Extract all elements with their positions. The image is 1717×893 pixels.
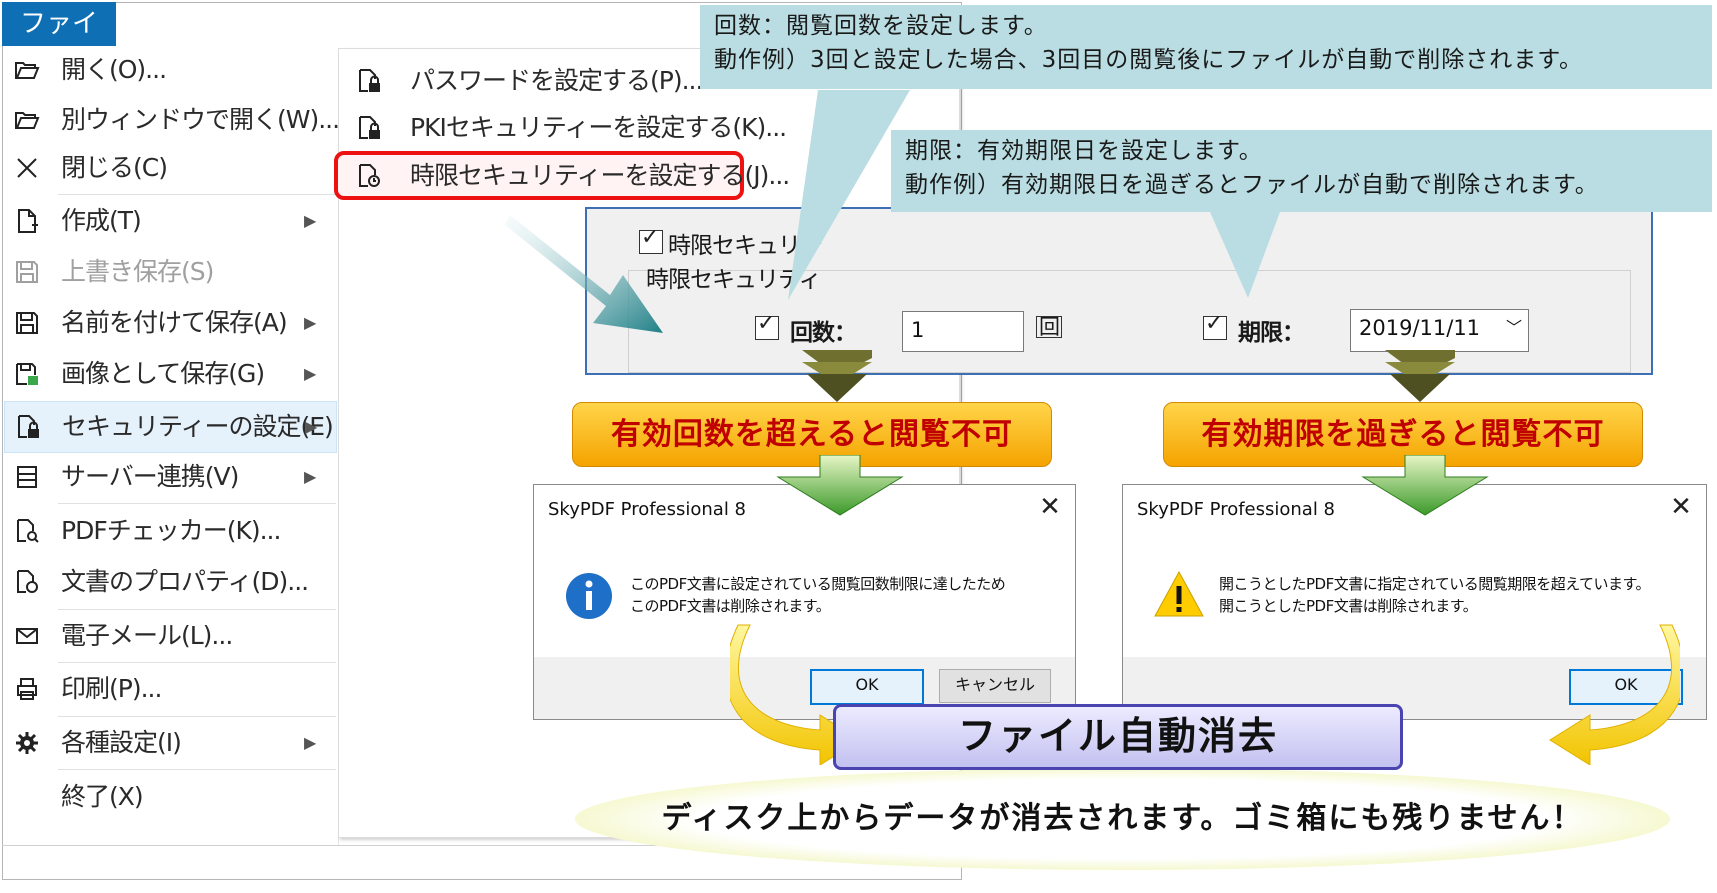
menu-item-close[interactable]: 閉じる(C): [4, 143, 335, 193]
menu-item-label: 閉じる(C): [61, 153, 168, 182]
menu-item-label: 上書き保存(S): [61, 257, 214, 286]
submenu-arrow-icon: ▶: [305, 417, 318, 436]
security-document-icon: [15, 414, 41, 440]
menu-separator: [58, 716, 336, 717]
server-icon: [14, 464, 40, 490]
menu-item-print[interactable]: 印刷(P)...: [4, 664, 335, 714]
menu-separator: [58, 662, 336, 663]
warning-icon: [1154, 570, 1204, 617]
olive-chevron-down-icon: [1385, 350, 1455, 402]
save-image-icon: [14, 361, 40, 387]
info-icon: [566, 573, 612, 619]
menu-item-label: 開く(O)...: [61, 55, 167, 84]
timer-lock-document-icon: [356, 163, 382, 189]
menu-item-save-as[interactable]: 名前を付けて保存(A) ▶: [4, 298, 335, 348]
submenu-arrow-icon: ▶: [304, 733, 317, 752]
pdf-checker-icon: [14, 518, 40, 544]
menu-item-label: セキュリティーの設定(E): [62, 412, 334, 441]
olive-chevron-down-icon: [802, 350, 872, 402]
close-icon: [14, 155, 40, 181]
menu-item-email[interactable]: 電子メール(L)...: [4, 611, 335, 661]
expiry-callout-line2: 動作例）有効期限日を過ぎるとファイルが自動で削除されます。: [905, 172, 1599, 198]
submenu-arrow-icon: ▶: [304, 467, 317, 486]
menu-item-label: 文書のプロパティ(D)...: [61, 567, 309, 596]
pki-lock-document-icon: [356, 115, 382, 141]
menu-item-label: 印刷(P)...: [61, 674, 162, 703]
menu-item-label: 電子メール(L)...: [61, 621, 233, 650]
menu-item-label: 各種設定(I): [61, 728, 182, 757]
count-callout: 回数：閲覧回数を設定します。 動作例）3回と設定した場合、3回目の閲覧後にファイ…: [700, 5, 1712, 89]
menu-separator: [58, 194, 336, 195]
menu-item-label: 作成(T): [61, 206, 142, 235]
printer-icon: [14, 676, 40, 702]
menu-item-label: 画像として保存(G): [61, 359, 265, 388]
submenu-arrow-icon: ▶: [304, 211, 317, 230]
menu-separator: [58, 609, 336, 610]
folder-open-icon: [14, 57, 40, 83]
green-arrow-down-icon: [1361, 455, 1489, 516]
menu-item-save-as-image[interactable]: 画像として保存(G) ▶: [4, 349, 335, 399]
menu-item-preferences[interactable]: 各種設定(I) ▶: [4, 718, 335, 768]
file-menu-tab[interactable]: ファイル: [2, 2, 116, 83]
menu-separator: [58, 769, 336, 770]
dialog-message-line2: このPDF文書は削除されます。: [630, 597, 831, 615]
dialog-message-line1: 開こうとしたPDF文書に指定されている閲覧期限を超えています。: [1219, 575, 1651, 593]
submenu-arrow-icon: ▶: [304, 313, 317, 332]
menu-item-label: 名前を付けて保存(A): [61, 308, 288, 337]
close-icon[interactable]: ✕: [1663, 489, 1699, 525]
menu-item-security-settings[interactable]: セキュリティーの設定(E) ▶: [4, 401, 337, 453]
file-auto-delete-label: ファイル自動消去: [833, 704, 1403, 770]
menu-item-label: サーバー連携(V): [61, 462, 239, 491]
menu-item-server[interactable]: サーバー連携(V) ▶: [4, 452, 335, 502]
menu-separator: [58, 503, 336, 504]
menu-item-label: PDFチェッカー(K)...: [61, 516, 281, 545]
new-document-icon: [14, 208, 40, 234]
menu-item-exit[interactable]: 終了(X): [4, 772, 335, 822]
teal-arrow-icon: [505, 215, 663, 333]
count-callout-line2: 動作例）3回と設定した場合、3回目の閲覧後にファイルが自動で削除されます。: [714, 47, 1583, 73]
submenu-arrow-icon: ▶: [304, 364, 317, 383]
menu-item-document-properties[interactable]: 文書のプロパティ(D)...: [4, 557, 335, 607]
close-icon[interactable]: ✕: [1032, 489, 1068, 525]
expiry-callout-pointer: [1210, 212, 1280, 298]
document-properties-icon: [14, 569, 40, 595]
expiry-callout: 期限：有効期限日を設定します。 動作例）有効期限日を過ぎるとファイルが自動で削除…: [891, 130, 1712, 212]
mail-icon: [14, 623, 40, 649]
menu-item-label: 別ウィンドウで開く(W)...: [61, 105, 340, 134]
folder-open-window-icon: [14, 107, 40, 133]
dialog-title: SkyPDF Professional 8: [548, 499, 746, 520]
menu-item-open[interactable]: 開く(O)...: [4, 45, 335, 95]
menu-item-open-new-window[interactable]: 別ウィンドウで開く(W)...: [4, 95, 340, 145]
save-icon: [14, 259, 40, 285]
password-lock-document-icon: [356, 68, 382, 94]
gear-icon: [14, 730, 40, 756]
menu-item-label: 終了(X): [61, 782, 144, 811]
dialog-message-line1: このPDF文書に設定されている閲覧回数制限に達したため: [630, 575, 1006, 593]
menu-item-create[interactable]: 作成(T) ▶: [4, 196, 335, 246]
green-arrow-down-icon: [776, 455, 904, 516]
menu-item-pdf-checker[interactable]: PDFチェッカー(K)...: [4, 506, 335, 556]
count-callout-line1: 回数：閲覧回数を設定します。: [714, 13, 1048, 39]
save-as-icon: [14, 310, 40, 336]
dialog-title: SkyPDF Professional 8: [1137, 499, 1335, 520]
disk-delete-message: ディスク上からデータが消去されます。ゴミ箱にも残りません！: [661, 801, 1584, 836]
expiry-callout-line1: 期限：有効期限日を設定します。: [905, 138, 1263, 164]
dialog-message-line2: 開こうとしたPDF文書は削除されます。: [1219, 597, 1478, 615]
menu-item-save: 上書き保存(S): [4, 247, 335, 297]
yellow-curved-arrow-left-icon: [1549, 624, 1680, 765]
